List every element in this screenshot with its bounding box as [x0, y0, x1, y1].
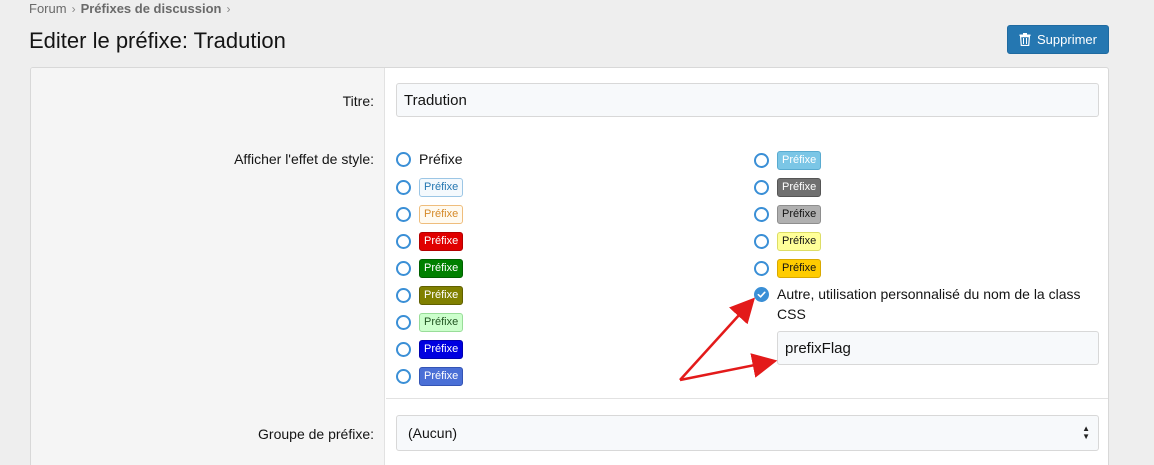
- style-option[interactable]: Préfixe: [754, 151, 822, 170]
- prefix-badge: Préfixe: [419, 259, 464, 278]
- style-option[interactable]: Préfixe: [396, 205, 464, 224]
- prefix-badge: Préfixe: [777, 259, 822, 278]
- radio-button[interactable]: [754, 153, 769, 168]
- group-label: Groupe de préfixe:: [258, 426, 374, 442]
- radio-checked[interactable]: [754, 287, 769, 302]
- radio-button[interactable]: [396, 151, 411, 167]
- page-title: Editer le préfixe: Tradution: [29, 28, 286, 53]
- breadcrumb: Forum › Préfixes de discussion ›: [29, 1, 230, 16]
- radio-button[interactable]: [396, 180, 411, 195]
- breadcrumb-item-forum[interactable]: Forum: [29, 1, 67, 16]
- radio-button[interactable]: [754, 261, 769, 276]
- divider: [386, 398, 1108, 399]
- radio-button[interactable]: [754, 234, 769, 249]
- style-option[interactable]: Préfixe: [396, 151, 463, 167]
- radio-button[interactable]: [396, 315, 411, 330]
- breadcrumb-item-prefixes[interactable]: Préfixes de discussion: [81, 1, 222, 16]
- custom-css-class-input[interactable]: prefixFlag: [777, 331, 1099, 365]
- radio-button[interactable]: [396, 234, 411, 249]
- prefix-badge: Préfixe: [777, 232, 822, 251]
- style-option[interactable]: Préfixe: [396, 340, 464, 359]
- title-input[interactable]: Tradution: [396, 83, 1099, 117]
- breadcrumb-separator: ›: [226, 1, 231, 16]
- prefix-badge: Préfixe: [419, 205, 464, 224]
- radio-button[interactable]: [396, 288, 411, 303]
- style-option[interactable]: Préfixe: [396, 313, 464, 332]
- prefix-badge: Préfixe: [419, 313, 464, 332]
- group-select-value: (Aucun): [408, 425, 458, 441]
- radio-button[interactable]: [396, 369, 411, 384]
- prefix-badge: Préfixe: [777, 205, 822, 224]
- style-option[interactable]: Préfixe: [396, 367, 464, 386]
- style-option[interactable]: Préfixe: [396, 178, 464, 197]
- check-icon: [757, 291, 766, 298]
- style-option[interactable]: Préfixe: [754, 178, 822, 197]
- style-label: Afficher l'effet de style:: [234, 151, 374, 167]
- breadcrumb-separator: ›: [71, 1, 76, 16]
- prefix-badge: Préfixe: [419, 232, 464, 251]
- style-option[interactable]: Préfixe: [396, 286, 464, 305]
- prefix-badge: Préfixe: [419, 178, 464, 197]
- radio-button[interactable]: [396, 261, 411, 276]
- select-arrows-icon: ▲ ▼: [1082, 424, 1090, 441]
- edit-prefix-form: Titre: Tradution Afficher l'effet de sty…: [30, 67, 1109, 465]
- form-label-column: [31, 68, 385, 465]
- delete-button-label: Supprimer: [1037, 32, 1097, 47]
- radio-button[interactable]: [396, 207, 411, 222]
- radio-button[interactable]: [754, 207, 769, 222]
- title-label: Titre:: [342, 93, 374, 109]
- prefix-badge: Préfixe: [419, 340, 464, 359]
- prefix-badge: Préfixe: [777, 178, 822, 197]
- radio-button[interactable]: [396, 342, 411, 357]
- prefix-badge: Préfixe: [419, 286, 464, 305]
- style-option-other[interactable]: [754, 287, 769, 302]
- style-option[interactable]: Préfixe: [754, 259, 822, 278]
- prefix-badge: Préfixe: [419, 367, 464, 386]
- style-option[interactable]: Préfixe: [754, 232, 822, 251]
- style-option-other-label: Autre, utilisation personnalisé du nom d…: [777, 286, 1081, 322]
- trash-icon: [1019, 33, 1031, 46]
- prefix-badge: Préfixe: [777, 151, 822, 170]
- delete-button[interactable]: Supprimer: [1007, 25, 1109, 54]
- style-option[interactable]: Préfixe: [396, 232, 464, 251]
- style-option-label: Préfixe: [419, 151, 463, 167]
- group-select[interactable]: (Aucun) ▲ ▼: [396, 415, 1099, 451]
- style-option[interactable]: Préfixe: [754, 205, 822, 224]
- radio-button[interactable]: [754, 180, 769, 195]
- style-option[interactable]: Préfixe: [396, 259, 464, 278]
